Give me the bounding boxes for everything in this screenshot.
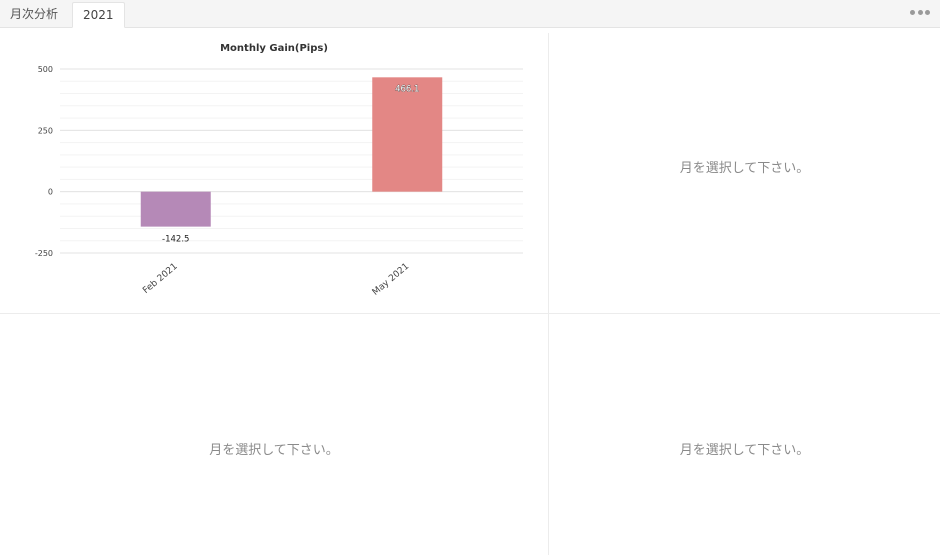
more-dots-icon[interactable] — [910, 5, 930, 19]
month-detail-panel-1: 月を選択して下さい。 — [548, 33, 940, 313]
select-month-message: 月を選択して下さい。 — [679, 443, 810, 458]
month-detail-panel-3: 月を選択して下さい。 — [548, 313, 940, 555]
y-tick-label: 500 — [38, 65, 53, 74]
x-tick-label: Feb 2021 — [141, 262, 179, 296]
tab-bar: 月次分析 2021 — [0, 0, 940, 28]
bar — [372, 77, 443, 192]
tab-2021[interactable]: 2021 — [72, 2, 125, 28]
y-tick-label: -250 — [35, 249, 53, 258]
tab-monthly-analysis[interactable]: 月次分析 — [0, 2, 68, 28]
bar — [140, 191, 211, 227]
select-month-message: 月を選択して下さい。 — [679, 161, 810, 176]
y-tick-label: 250 — [38, 126, 53, 135]
y-tick-label: 0 — [48, 188, 53, 197]
monthly-gain-chart: Monthly Gain(Pips) 500 250 0 -250 -142.5 Feb 2… — [35, 43, 523, 298]
select-month-message: 月を選択して下さい。 — [209, 443, 339, 458]
chart-title: Monthly Gain(Pips) — [220, 43, 328, 54]
x-tick-label: May 2021 — [371, 262, 411, 298]
data-label: -142.5 — [162, 235, 189, 245]
month-detail-panel-2: 月を選択して下さい。 — [0, 313, 548, 555]
data-label: 466.1 — [395, 84, 419, 94]
